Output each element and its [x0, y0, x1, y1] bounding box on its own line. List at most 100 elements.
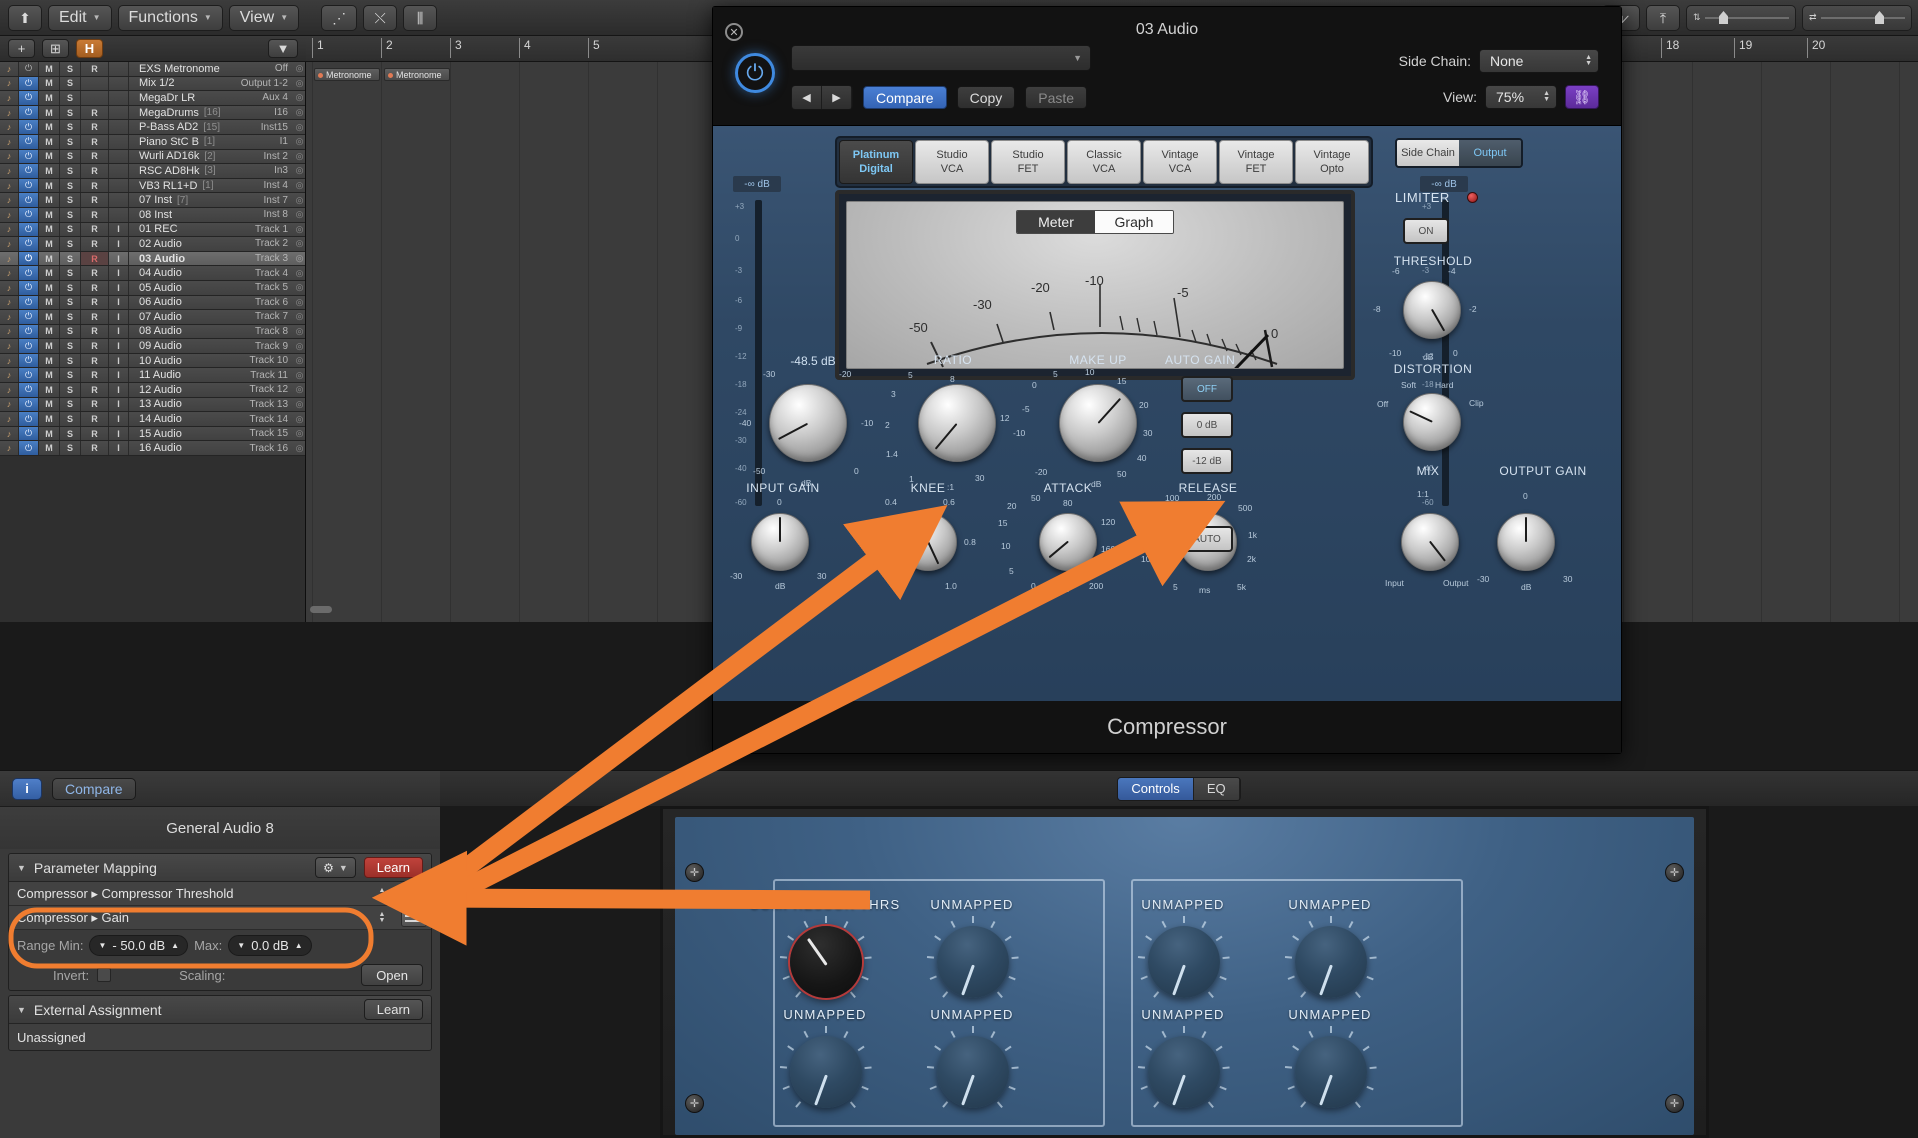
track-solo-button[interactable]: S [60, 91, 81, 105]
track-output[interactable]: Track 16 [249, 443, 294, 454]
track-solo-button[interactable]: S [60, 178, 81, 193]
vertical-zoom-button[interactable]: ⤒ [1646, 4, 1680, 31]
track-input-button[interactable] [109, 149, 129, 164]
track-freeze-icon[interactable]: ◎ [294, 63, 305, 74]
track-record-button[interactable]: R [81, 266, 109, 280]
track-row[interactable]: ♪ ⏻ M S R EXS Metronome Off ◎ [0, 62, 305, 77]
track-row[interactable]: ♪ ⏻ M S R RSC AD8Hk [3] In3 ◎ [0, 164, 305, 179]
track-freeze-icon[interactable]: ◎ [294, 326, 305, 337]
track-input-button[interactable]: I [109, 353, 129, 368]
track-output[interactable]: Track 11 [250, 370, 294, 381]
controller-knob[interactable] [1295, 926, 1367, 998]
track-name[interactable]: P-Bass AD2 [15] [129, 121, 261, 133]
tab-eq[interactable]: EQ [1193, 777, 1240, 800]
track-power-button[interactable]: ⏻ [19, 280, 39, 295]
track-power-button[interactable]: ⏻ [19, 353, 39, 368]
track-freeze-icon[interactable]: ◎ [294, 282, 305, 293]
track-freeze-icon[interactable]: ◎ [294, 414, 305, 425]
track-name[interactable]: MegaDrums [16] [129, 107, 274, 119]
track-row[interactable]: ♪ ⏻ M S R Piano StC B [1] I1 ◎ [0, 134, 305, 150]
track-freeze-icon[interactable]: ◎ [294, 428, 305, 439]
track-output[interactable]: In3 [274, 165, 294, 176]
track-name[interactable]: 06 Audio [129, 296, 255, 308]
track-output[interactable]: Inst 4 [264, 180, 294, 191]
track-record-button[interactable]: R [81, 339, 109, 353]
track-input-button[interactable]: I [109, 222, 129, 237]
external-assignment-header[interactable]: ▼ External Assignment Learn [9, 996, 431, 1024]
track-solo-button[interactable]: S [60, 397, 81, 412]
track-solo-button[interactable]: S [60, 368, 81, 383]
track-row[interactable]: ♪ ⏻ M S R Wurli AD16k [2] Inst 2 ◎ [0, 149, 305, 165]
increment-icon[interactable]: ▲ [295, 941, 303, 950]
track-name[interactable]: EXS Metronome [129, 63, 275, 75]
track-name[interactable]: 04 Audio [129, 267, 255, 279]
track-freeze-icon[interactable]: ◎ [294, 341, 305, 352]
track-output[interactable]: Track 3 [255, 253, 294, 264]
track-name[interactable]: 08 Inst [129, 209, 264, 221]
track-name[interactable]: 14 Audio [129, 413, 249, 425]
track-mute-button[interactable]: M [39, 193, 60, 207]
audio-region[interactable]: Metronome [314, 68, 380, 81]
track-freeze-icon[interactable]: ◎ [294, 443, 305, 454]
track-record-button[interactable]: R [81, 237, 109, 251]
view-menu[interactable]: View ▼ [228, 4, 300, 31]
compressor-model-1[interactable]: Platinum Digital [839, 140, 913, 184]
track-mute-button[interactable]: M [39, 76, 60, 91]
track-name[interactable]: 07 Audio [129, 311, 255, 323]
track-row[interactable]: ♪ ⏻ M S R I 16 Audio Track 16 ◎ [0, 441, 305, 457]
compressor-model-6[interactable]: Vintage FET [1219, 140, 1293, 184]
track-input-button[interactable] [109, 207, 129, 222]
track-mute-button[interactable]: M [39, 324, 60, 339]
track-power-button[interactable]: ⏻ [19, 383, 39, 397]
track-input-button[interactable]: I [109, 426, 129, 441]
track-record-button[interactable] [81, 76, 109, 91]
track-row[interactable]: ♪ ⏻ M S R 08 Inst Inst 8 ◎ [0, 207, 305, 223]
track-power-button[interactable]: ⏻ [19, 412, 39, 426]
track-record-button[interactable]: R [81, 310, 109, 324]
prev-preset-button[interactable]: ◀ [792, 86, 822, 109]
track-power-button[interactable]: ⏻ [19, 397, 39, 412]
pointer-tool-button[interactable]: ⬆ [8, 4, 42, 31]
track-output[interactable]: Track 12 [249, 384, 294, 395]
track-name[interactable]: 08 Audio [129, 325, 255, 337]
automation-node-button[interactable]: ⋰ [321, 4, 358, 31]
track-power-button[interactable]: ⏻ [19, 120, 39, 134]
track-record-button[interactable]: R [81, 324, 109, 339]
knee-knob[interactable] [899, 513, 957, 571]
track-mute-button[interactable]: M [39, 280, 60, 295]
attack-knob[interactable] [1039, 513, 1097, 571]
mapping-row-threshold[interactable]: Compressor ▸ Compressor Threshold ▲ ▼ [9, 882, 431, 906]
range-max-stepper[interactable]: ▼ 0.0 dB ▲ [228, 934, 312, 956]
track-record-button[interactable]: R [81, 383, 109, 397]
track-power-button[interactable]: ⏻ [19, 222, 39, 237]
track-name[interactable]: 07 Inst [7] [129, 194, 264, 206]
tab-controls[interactable]: Controls [1118, 777, 1194, 800]
track-output[interactable]: Track 14 [249, 414, 294, 425]
track-freeze-icon[interactable]: ◎ [294, 180, 305, 191]
threshold-knob[interactable] [769, 384, 847, 462]
track-solo-button[interactable]: S [60, 105, 81, 120]
invert-checkbox[interactable] [97, 968, 112, 982]
duplicate-track-button[interactable]: ⊞ [42, 39, 69, 58]
track-mute-button[interactable]: M [39, 237, 60, 251]
track-output[interactable]: Track 10 [249, 355, 294, 366]
tab-side-chain[interactable]: Side Chain [1397, 140, 1459, 166]
track-output[interactable]: Inst 2 [264, 151, 294, 162]
track-solo-button[interactable]: S [60, 441, 81, 456]
track-row[interactable]: ♪ ⏻ M S R I 14 Audio Track 14 ◎ [0, 412, 305, 427]
auto-gain-off-button[interactable]: OFF [1181, 376, 1233, 402]
track-freeze-icon[interactable]: ◎ [294, 78, 305, 89]
track-record-button[interactable]: R [81, 280, 109, 295]
track-row[interactable]: ♪ ⏻ M S R I 06 Audio Track 6 ◎ [0, 295, 305, 311]
track-input-button[interactable] [109, 193, 129, 207]
track-name[interactable]: Mix 1/2 [129, 77, 241, 89]
track-power-button[interactable]: ⏻ [19, 193, 39, 207]
track-freeze-icon[interactable]: ◎ [294, 297, 305, 308]
track-freeze-icon[interactable]: ◎ [294, 92, 305, 103]
track-input-button[interactable]: I [109, 237, 129, 251]
track-mute-button[interactable]: M [39, 91, 60, 105]
track-input-button[interactable]: I [109, 383, 129, 397]
input-gain-knob[interactable] [751, 513, 809, 571]
track-input-button[interactable]: I [109, 441, 129, 456]
track-mute-button[interactable]: M [39, 105, 60, 120]
